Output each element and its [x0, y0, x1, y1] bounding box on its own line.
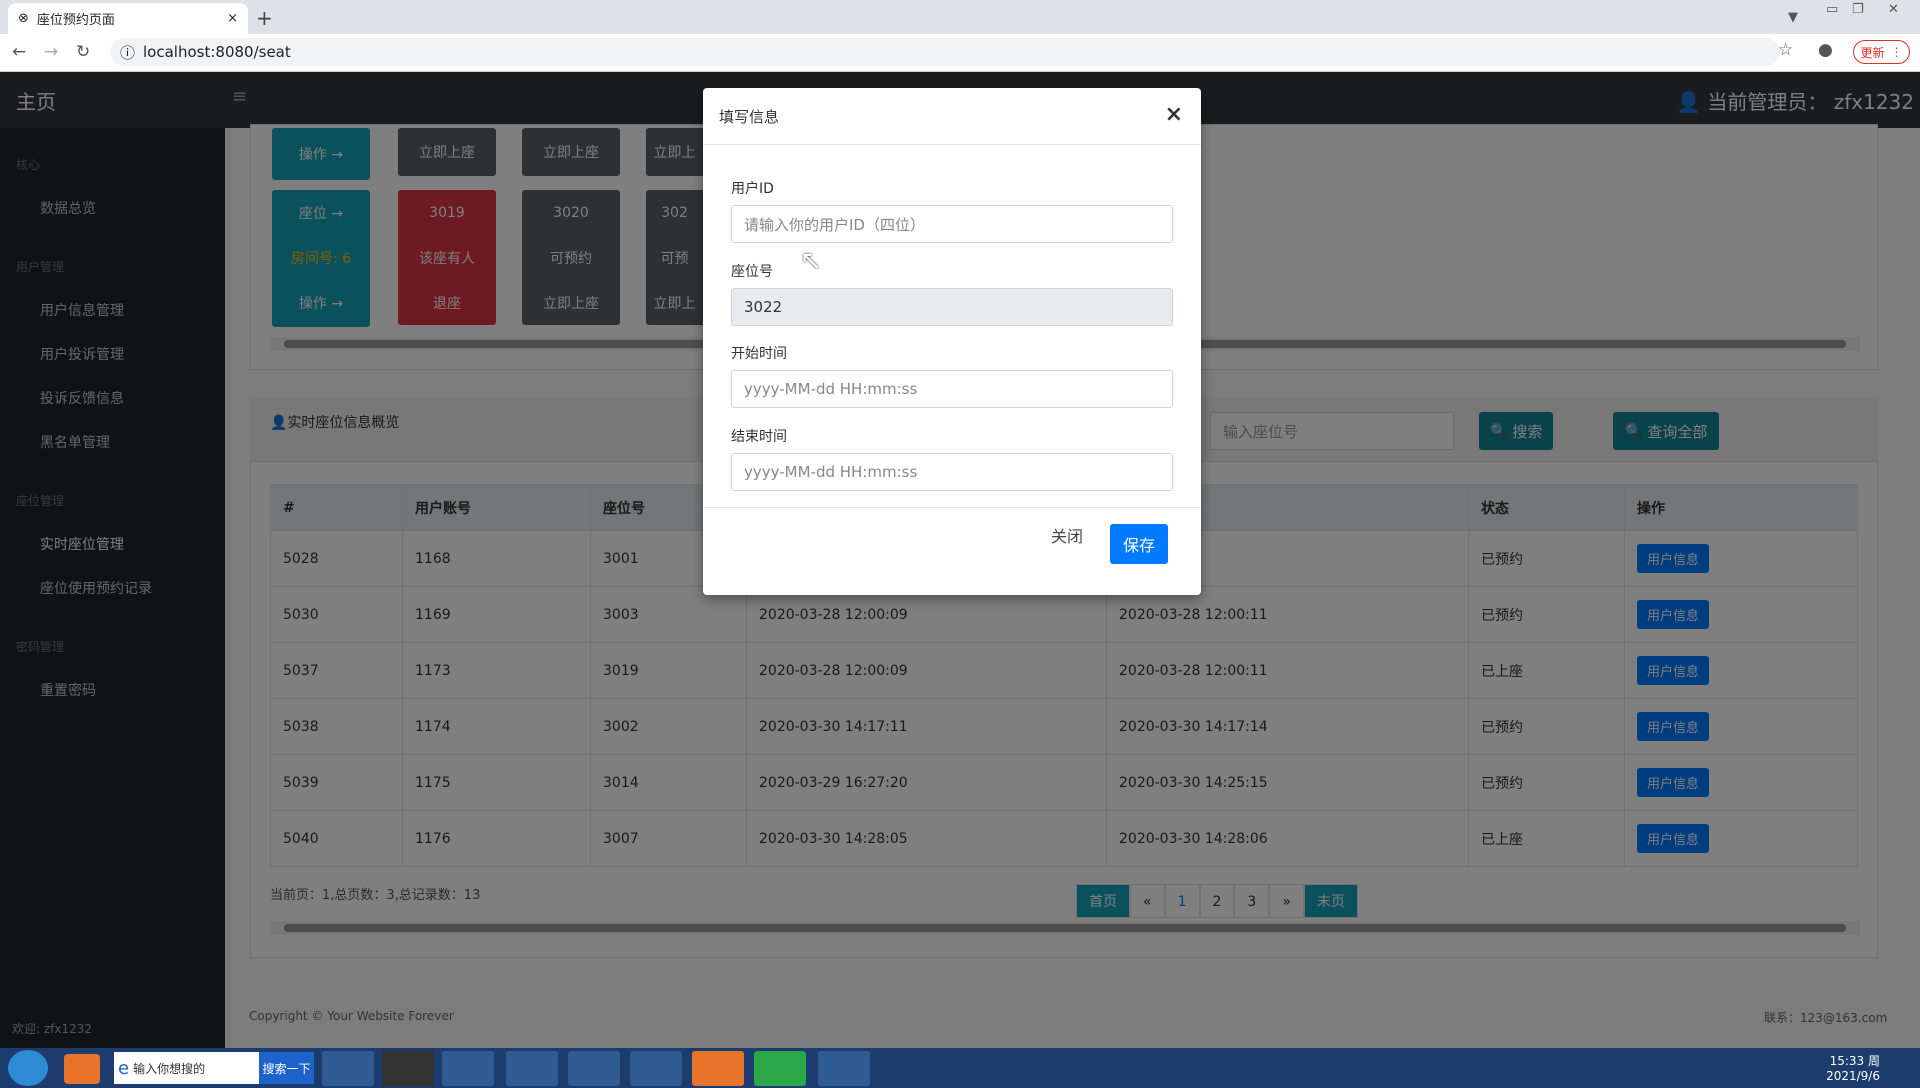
tab-search-icon[interactable]: ▼: [1788, 10, 1798, 25]
info-icon[interactable]: ⓘ: [120, 42, 135, 63]
seat-number-label: 座位号: [731, 264, 773, 280]
chrome-icon[interactable]: [568, 1051, 620, 1086]
wechat-icon[interactable]: [754, 1051, 806, 1086]
app-icon[interactable]: [630, 1051, 682, 1086]
tab-close-icon[interactable]: ×: [227, 11, 238, 26]
user-id-label: 用户ID: [731, 181, 774, 197]
intellij-icon[interactable]: [382, 1051, 434, 1086]
clock-time: 15:33 周: [1829, 1054, 1880, 1068]
modal-close-icon[interactable]: ×: [1165, 102, 1183, 127]
clock-date: 2021/9/6: [1826, 1069, 1880, 1083]
app-icon[interactable]: [64, 1054, 100, 1084]
user-id-input[interactable]: 请输入你的用户ID（四位）: [731, 205, 1173, 243]
reload-icon[interactable]: ↻: [76, 42, 90, 62]
start-button-icon[interactable]: [8, 1050, 48, 1086]
bookmark-star-icon[interactable]: ☆: [1778, 40, 1793, 60]
new-tab-button[interactable]: +: [256, 6, 273, 30]
modal-header: 填写信息 ×: [703, 88, 1201, 145]
taskbar-search-text: 输入你想搜的: [133, 1061, 206, 1076]
folder-icon[interactable]: [322, 1051, 374, 1086]
end-time-input[interactable]: yyyy-MM-dd HH:mm:ss: [731, 453, 1173, 491]
modal-save-button[interactable]: 保存: [1110, 524, 1168, 564]
restore-icon[interactable]: ❐: [1852, 2, 1864, 17]
seat-number-field: 3022: [731, 288, 1173, 326]
taskbar-search[interactable]: e 输入你想搜的 搜索一下: [114, 1052, 314, 1084]
start-time-label: 开始时间: [731, 346, 787, 362]
modal-title: 填写信息: [719, 108, 780, 126]
start-time-input[interactable]: yyyy-MM-dd HH:mm:ss: [731, 370, 1173, 408]
forward-icon[interactable]: →: [44, 42, 58, 62]
tab-title: 座位预约页面: [36, 13, 115, 28]
modal-close-button[interactable]: 关闭: [1051, 523, 1083, 547]
tab-favicon-icon: ⊗: [18, 11, 29, 26]
omnibox[interactable]: ⓘ localhost:8080/seat: [110, 38, 1780, 66]
url-text: localhost:8080/seat: [143, 43, 291, 61]
update-button[interactable]: 更新 ⋮: [1853, 40, 1910, 64]
modal-footer-divider: [703, 507, 1201, 508]
end-time-label: 结束时间: [731, 429, 787, 445]
fill-info-modal: 填写信息 × 用户ID 请输入你的用户ID（四位） 座位号 3022 开始时间 …: [703, 88, 1201, 595]
taskbar-clock[interactable]: 15:33 周 2021/9/6: [1826, 1052, 1880, 1083]
app-icon[interactable]: [818, 1051, 870, 1086]
firefox-icon[interactable]: [442, 1051, 494, 1086]
browser-tab[interactable]: ⊗ 座位预约页面 ×: [8, 3, 248, 34]
browser-tabbar: [0, 0, 1920, 34]
ie-icon: e: [118, 1057, 130, 1079]
minimize-icon[interactable]: ▭: [1826, 2, 1838, 17]
back-icon[interactable]: ←: [12, 42, 26, 62]
kebab-menu-icon: ⋮: [1890, 45, 1903, 59]
profile-icon[interactable]: ●: [1818, 40, 1833, 60]
mouse-cursor-icon: ↖: [800, 246, 822, 276]
explorer-icon[interactable]: [506, 1051, 558, 1086]
update-label: 更新: [1860, 45, 1885, 60]
app-icon[interactable]: [692, 1051, 744, 1086]
close-window-icon[interactable]: ✕: [1888, 2, 1899, 17]
taskbar-search-button[interactable]: 搜索一下: [259, 1052, 314, 1084]
